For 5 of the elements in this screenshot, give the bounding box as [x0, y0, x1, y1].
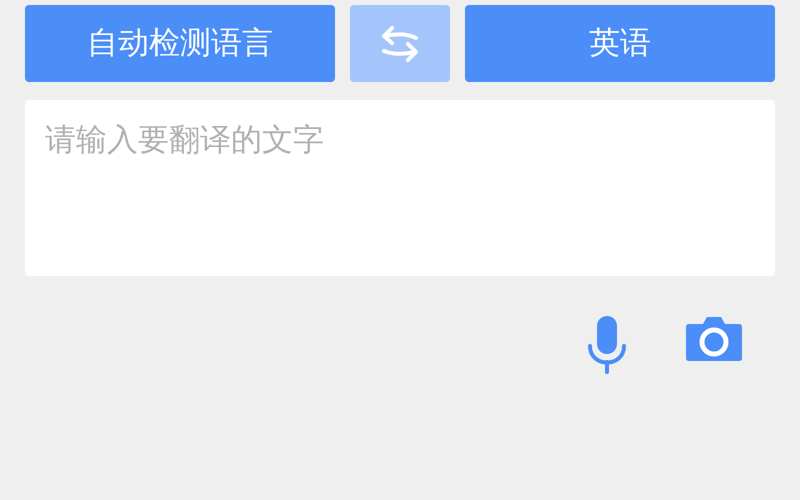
camera-icon[interactable] [685, 314, 743, 362]
microphone-icon[interactable] [587, 314, 627, 374]
source-language-button[interactable]: 自动检测语言 [25, 5, 335, 82]
text-input-field[interactable]: 请输入要翻译的文字 [25, 100, 775, 276]
target-language-button[interactable]: 英语 [465, 5, 775, 82]
